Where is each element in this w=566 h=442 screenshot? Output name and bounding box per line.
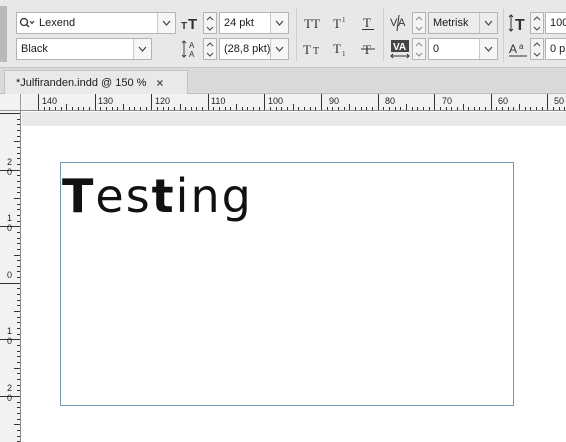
ruler-label: 80 bbox=[385, 96, 396, 106]
panel-divider bbox=[503, 8, 504, 62]
ruler-label: 0 bbox=[6, 270, 12, 280]
ruler-label: 0 bbox=[6, 167, 12, 177]
font-style-field[interactable]: Black bbox=[16, 38, 152, 60]
chevron-down-icon[interactable] bbox=[157, 13, 175, 33]
chevron-down-icon[interactable] bbox=[479, 39, 497, 59]
tracking-icon: VA bbox=[388, 38, 412, 60]
svg-text:V: V bbox=[390, 17, 398, 29]
font-size-field[interactable]: 24 pkt bbox=[219, 12, 289, 34]
ruler-label: 0 bbox=[6, 336, 12, 346]
ruler-label: 1 bbox=[6, 326, 12, 336]
vertical-scale-stepper[interactable] bbox=[530, 12, 544, 34]
ruler-label: 1 bbox=[6, 213, 12, 223]
ruler-label: 120 bbox=[155, 96, 171, 106]
vertical-ruler[interactable]: 2 0 1 0 0 1 0 2 0 bbox=[0, 111, 21, 442]
leading-field[interactable]: (28,8 pkt) bbox=[219, 38, 289, 60]
svg-text:TT: TT bbox=[304, 16, 320, 30]
chevron-down-icon[interactable] bbox=[270, 13, 288, 33]
svg-text:A: A bbox=[509, 42, 517, 56]
svg-text:A: A bbox=[398, 17, 406, 29]
page-top-edge bbox=[22, 112, 566, 126]
svg-text:T: T bbox=[188, 16, 197, 31]
ruler-label: 60 bbox=[498, 96, 509, 106]
ruler-label: 0 bbox=[6, 223, 12, 233]
font-family-field[interactable]: Lexend bbox=[16, 12, 176, 34]
ruler-label: 100 bbox=[268, 96, 284, 106]
kerning-field[interactable]: Metrisk bbox=[428, 12, 498, 34]
chevron-down-icon[interactable] bbox=[270, 39, 288, 59]
ruler-label: 50 bbox=[554, 96, 565, 106]
svg-text:A: A bbox=[189, 41, 195, 50]
ruler-label: 2 bbox=[6, 157, 12, 167]
vertical-scale-value: 100 bbox=[550, 17, 566, 29]
svg-text:T: T bbox=[181, 21, 187, 31]
horizontal-ruler[interactable]: 140 130 120 110 100 90 80 70 60 50 bbox=[21, 94, 566, 111]
frame-text[interactable]: Testing bbox=[62, 166, 253, 226]
svg-text:T: T bbox=[313, 46, 319, 56]
panel-divider bbox=[296, 8, 297, 62]
text-run: t bbox=[151, 169, 176, 223]
tracking-value: 0 bbox=[433, 43, 440, 55]
leading-icon: AA bbox=[180, 39, 202, 59]
ruler-label: 0 bbox=[6, 393, 12, 403]
svg-text:1: 1 bbox=[342, 16, 346, 24]
baseline-shift-field[interactable]: 0 p bbox=[545, 38, 566, 60]
ruler-label: 90 bbox=[329, 96, 340, 106]
kerning-icon: VA bbox=[388, 12, 412, 34]
leading-stepper[interactable] bbox=[203, 38, 217, 60]
close-icon[interactable]: × bbox=[156, 76, 163, 90]
text-run: es bbox=[95, 169, 152, 223]
vertical-scale-icon: T bbox=[507, 12, 529, 34]
document-tab-bar: *Julfiranden.indd @ 150 % × bbox=[0, 68, 566, 94]
ruler-label: 130 bbox=[98, 96, 114, 106]
baseline-shift-stepper[interactable] bbox=[530, 38, 544, 60]
tracking-field[interactable]: 0 bbox=[428, 38, 498, 60]
strikethrough-icon[interactable]: T bbox=[358, 40, 378, 58]
all-caps-icon[interactable]: TT bbox=[303, 14, 325, 32]
kerning-stepper[interactable] bbox=[412, 12, 426, 34]
font-style-value: Black bbox=[21, 43, 48, 55]
svg-text:VA: VA bbox=[393, 42, 406, 53]
svg-text:T: T bbox=[333, 41, 341, 56]
font-search-icon[interactable] bbox=[17, 17, 37, 29]
ruler-origin[interactable] bbox=[0, 94, 21, 111]
subscript-icon[interactable]: T1 bbox=[331, 40, 353, 58]
font-family-value: Lexend bbox=[39, 17, 76, 29]
text-run: T bbox=[62, 169, 96, 223]
kerning-value: Metrisk bbox=[433, 17, 469, 29]
superscript-icon[interactable]: T1 bbox=[331, 14, 353, 32]
svg-text:T: T bbox=[515, 17, 525, 33]
font-size-icon: TT bbox=[180, 13, 202, 33]
font-size-stepper[interactable] bbox=[203, 12, 217, 34]
document-tab[interactable]: *Julfiranden.indd @ 150 % × bbox=[4, 70, 188, 94]
chevron-down-icon[interactable] bbox=[479, 13, 497, 33]
chevron-down-icon[interactable] bbox=[133, 39, 151, 59]
text-run: ing bbox=[175, 169, 253, 223]
ruler-label: 110 bbox=[211, 96, 226, 106]
ruler-label: 140 bbox=[42, 96, 58, 106]
panel-grip[interactable] bbox=[0, 6, 7, 62]
underline-icon[interactable]: T bbox=[358, 14, 378, 32]
baseline-shift-icon: Aa bbox=[507, 38, 529, 60]
svg-text:T: T bbox=[303, 42, 311, 56]
control-panel: Lexend Black TT 24 pkt AA (28,8 pkt) TT … bbox=[0, 0, 566, 68]
ruler-label: 70 bbox=[442, 96, 453, 106]
svg-text:T: T bbox=[363, 15, 371, 30]
panel-divider bbox=[383, 8, 384, 62]
tracking-stepper[interactable] bbox=[412, 38, 426, 60]
small-caps-icon[interactable]: TT bbox=[303, 40, 325, 58]
document-tab-label: *Julfiranden.indd @ 150 % bbox=[16, 76, 147, 89]
font-size-value: 24 pkt bbox=[224, 17, 254, 29]
leading-value: (28,8 pkt) bbox=[224, 43, 270, 55]
svg-text:A: A bbox=[189, 50, 195, 59]
svg-text:1: 1 bbox=[342, 50, 346, 57]
svg-text:a: a bbox=[519, 42, 524, 51]
ruler-label: 2 bbox=[6, 383, 12, 393]
baseline-shift-value: 0 p bbox=[550, 43, 566, 55]
vertical-scale-field[interactable]: 100 bbox=[545, 12, 566, 34]
svg-text:T: T bbox=[333, 16, 341, 30]
